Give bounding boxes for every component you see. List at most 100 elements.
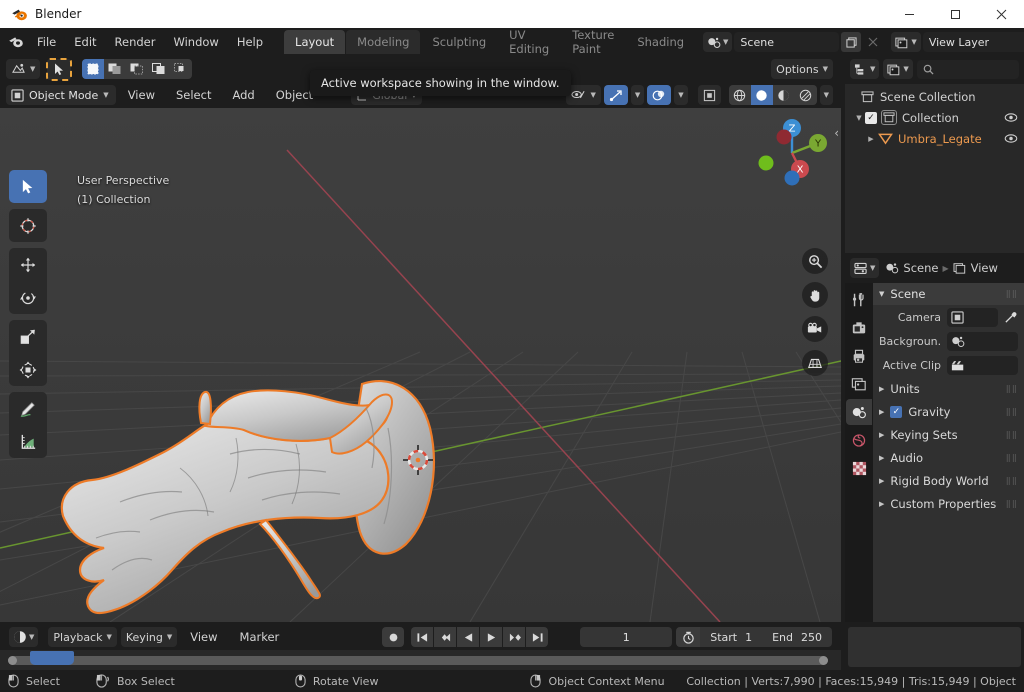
properties-tab-world[interactable]: [846, 427, 872, 453]
tool-measure[interactable]: [9, 425, 47, 458]
scene-panel-header[interactable]: ▼ Scene ⣿⣿: [873, 283, 1024, 305]
section-units[interactable]: ▶ Units ⣿⣿: [873, 377, 1024, 400]
tool-rotate[interactable]: [9, 281, 47, 314]
outliner-row-collection[interactable]: ▼ ✓ Collection: [845, 107, 1024, 128]
overlays-dropdown[interactable]: ▼: [674, 85, 687, 105]
section-keying-sets[interactable]: ▶ Keying Sets ⣿⣿: [873, 423, 1024, 446]
tool-move[interactable]: [9, 248, 47, 281]
object-visibility-eye-icon[interactable]: [1004, 133, 1018, 144]
select-intersect-icon[interactable]: [170, 59, 192, 79]
gravity-checkbox[interactable]: ✓: [890, 406, 902, 418]
pan-hand-icon[interactable]: [802, 282, 828, 308]
object-expand-triangle-icon[interactable]: ▶: [865, 135, 877, 143]
outliner-search-input[interactable]: [917, 60, 1019, 79]
view-layer-browse-icon[interactable]: ▼: [891, 32, 920, 52]
workspace-tab-layout[interactable]: Layout: [284, 30, 345, 54]
timeline-menu-marker[interactable]: Marker: [231, 627, 289, 647]
select-subtract-icon[interactable]: [126, 59, 148, 79]
menu-render[interactable]: Render: [106, 32, 165, 52]
camera-eyedropper-icon[interactable]: [1004, 310, 1018, 324]
shading-wireframe-icon[interactable]: [729, 85, 751, 105]
scene-name-field[interactable]: Scene: [734, 32, 839, 52]
maximize-button[interactable]: [932, 0, 978, 28]
editor-type-icon[interactable]: ▼: [6, 59, 40, 79]
shading-solid-icon[interactable]: [751, 85, 773, 105]
overlays-toggle[interactable]: [647, 85, 671, 105]
menu-help[interactable]: Help: [228, 32, 272, 52]
shading-rendered-icon[interactable]: [795, 85, 817, 105]
play-button[interactable]: [480, 627, 502, 647]
viewport-options-button[interactable]: Options▼: [771, 59, 833, 79]
tool-transform[interactable]: [9, 353, 47, 386]
viewport-canvas[interactable]: User Perspective (1) Collection: [0, 108, 841, 622]
timeline-menu-keying[interactable]: Keying▼: [121, 627, 177, 647]
shading-material-preview-icon[interactable]: [773, 85, 795, 105]
current-frame-field[interactable]: 1: [580, 627, 672, 647]
outliner-row-scene-collection[interactable]: Scene Collection: [845, 86, 1024, 107]
previous-keyframe-button[interactable]: [434, 627, 456, 647]
select-invert-icon[interactable]: [148, 59, 170, 79]
tool-tweak-select-box[interactable]: [9, 170, 47, 203]
jump-to-end-button[interactable]: [526, 627, 548, 647]
auto-keying-record-button[interactable]: [382, 627, 404, 647]
active-clip-field[interactable]: [947, 356, 1018, 375]
navigation-gizmo[interactable]: Z Y X: [749, 110, 835, 196]
section-custom-properties[interactable]: ▶ Custom Properties ⣿⣿: [873, 492, 1024, 515]
minimize-button[interactable]: [886, 0, 932, 28]
properties-tab-texture[interactable]: [846, 455, 872, 481]
timeline-scrollbar-right-handle[interactable]: [819, 656, 828, 665]
timeline-playhead[interactable]: [30, 651, 74, 665]
collection-checkbox[interactable]: ✓: [865, 112, 877, 124]
remove-scene-button[interactable]: [863, 32, 883, 52]
end-frame-field[interactable]: End250: [762, 627, 832, 647]
use-preview-range-icon[interactable]: [676, 627, 700, 647]
camera-view-icon[interactable]: [802, 316, 828, 342]
camera-field[interactable]: [947, 308, 998, 327]
section-gravity[interactable]: ▶ ✓ Gravity ⣿⣿: [873, 400, 1024, 423]
timeline-editor-type-icon[interactable]: ▼: [9, 627, 38, 647]
timeline-scrollbar-left-handle[interactable]: [8, 656, 17, 665]
viewport-menu-view[interactable]: View: [119, 85, 164, 105]
scene-browse-icon[interactable]: ▼: [703, 32, 732, 52]
properties-tab-tool[interactable]: [846, 287, 872, 313]
gizmo-toggle[interactable]: [604, 85, 628, 105]
xray-toggle[interactable]: [698, 85, 721, 105]
properties-tab-output[interactable]: [846, 343, 872, 369]
timeline-scrollbar[interactable]: [8, 656, 828, 665]
workspace-tab-modeling[interactable]: Modeling: [346, 30, 420, 54]
zoom-icon[interactable]: [802, 248, 828, 274]
background-scene-field[interactable]: [947, 332, 1018, 351]
collection-expand-triangle-icon[interactable]: ▼: [853, 114, 865, 122]
timeline-menu-playback[interactable]: Playback▼: [48, 627, 116, 647]
properties-tab-view-layer[interactable]: [846, 371, 872, 397]
select-extend-icon[interactable]: [104, 59, 126, 79]
sidebar-expand-icon[interactable]: ‹: [834, 126, 839, 140]
viewport-menu-select[interactable]: Select: [167, 85, 220, 105]
interaction-mode-dropdown[interactable]: Object Mode▼: [6, 85, 116, 105]
orthographic-toggle-icon[interactable]: [802, 350, 828, 376]
workspace-tab-sculpting[interactable]: Sculpting: [421, 30, 497, 54]
gizmo-dropdown[interactable]: ▼: [631, 85, 644, 105]
select-set-icon[interactable]: [82, 59, 104, 79]
start-frame-field[interactable]: Start1: [700, 627, 762, 647]
outliner-editor-type-icon[interactable]: ▼: [850, 59, 879, 79]
menu-edit[interactable]: Edit: [65, 32, 105, 52]
select-tool-icon[interactable]: [47, 59, 71, 80]
close-button[interactable]: [978, 0, 1024, 28]
workspace-tab-shading[interactable]: Shading: [626, 30, 695, 54]
section-audio[interactable]: ▶ Audio ⣿⣿: [873, 446, 1024, 469]
new-scene-button[interactable]: [841, 32, 861, 52]
properties-tab-render[interactable]: [846, 315, 872, 341]
menu-file[interactable]: File: [28, 32, 65, 52]
tool-annotate[interactable]: [9, 392, 47, 425]
play-reverse-button[interactable]: [457, 627, 479, 647]
outliner-row-umbra-legate[interactable]: ▶ Umbra_Legate: [845, 128, 1024, 149]
menu-window[interactable]: Window: [164, 32, 227, 52]
properties-tab-scene[interactable]: [846, 399, 872, 425]
timeline-menu-view[interactable]: View: [181, 627, 226, 647]
visibility-dropdown[interactable]: ▼: [566, 85, 600, 105]
section-rigid-body-world[interactable]: ▶ Rigid Body World ⣿⣿: [873, 469, 1024, 492]
viewport-menu-add[interactable]: Add: [223, 85, 263, 105]
jump-to-start-button[interactable]: [411, 627, 433, 647]
outliner-display-mode-icon[interactable]: ▼: [883, 59, 912, 79]
